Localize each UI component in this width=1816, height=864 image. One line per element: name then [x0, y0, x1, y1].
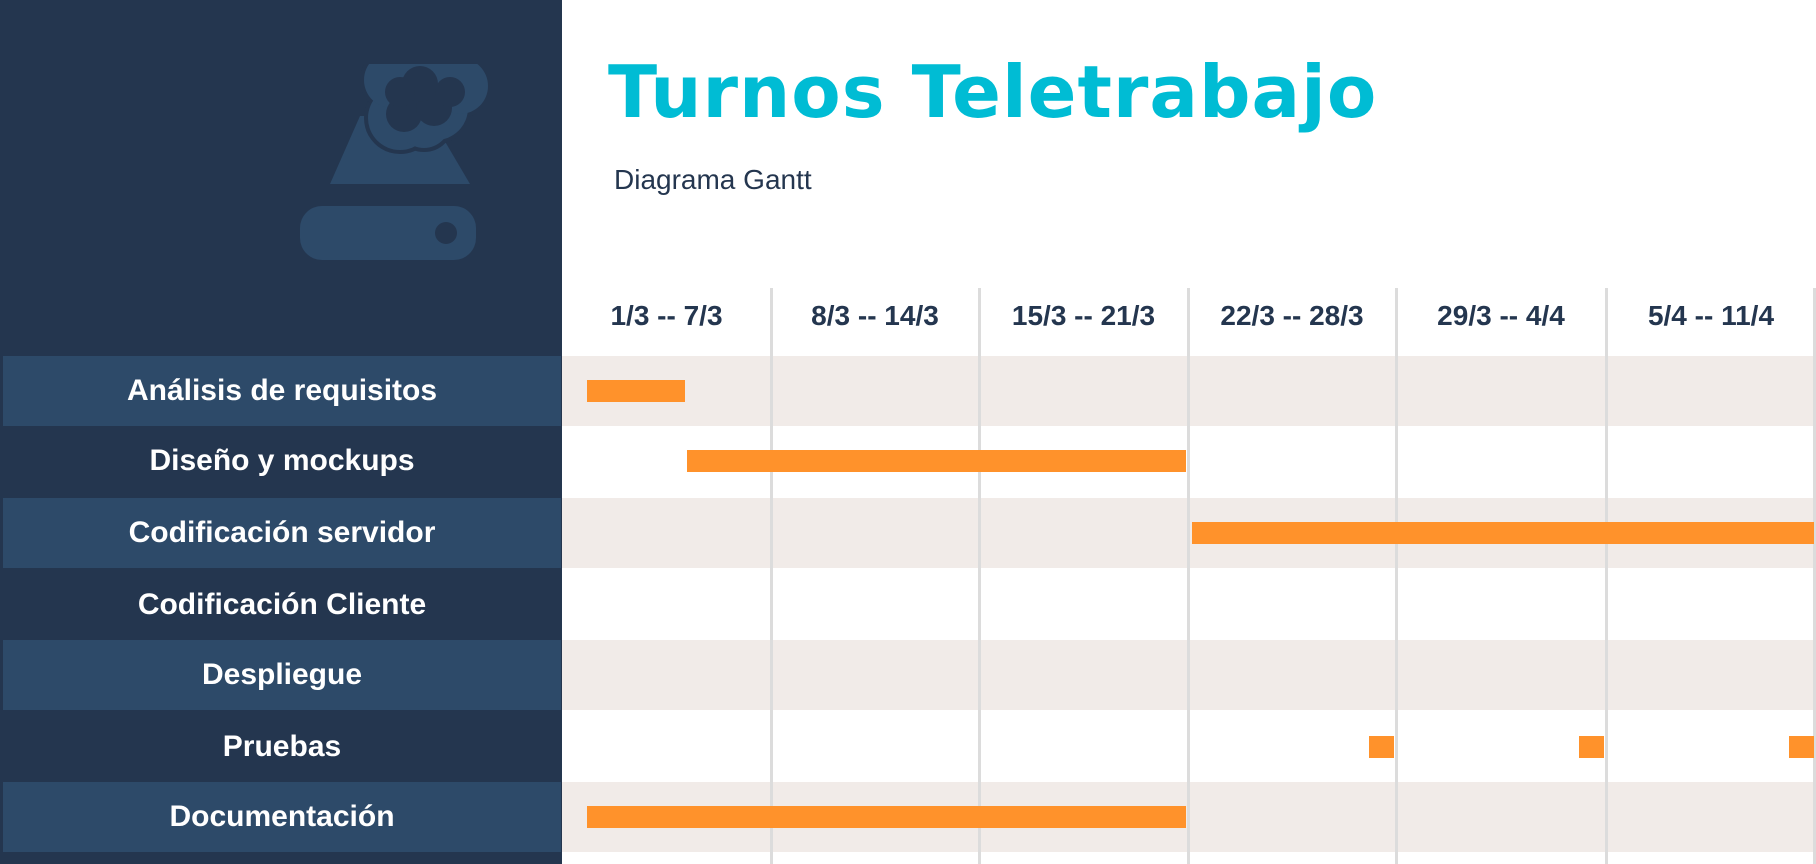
task-label: Pruebas: [3, 712, 561, 782]
task-bar[interactable]: [1788, 736, 1814, 758]
task-bar[interactable]: [587, 380, 686, 402]
task-bar[interactable]: [1578, 736, 1604, 758]
week-divider: [1395, 288, 1398, 864]
page-title: Turnos Teletrabajo: [608, 50, 1378, 134]
week-divider: [770, 288, 773, 864]
week-header: 1/3 -- 7/3: [610, 300, 723, 331]
task-bar[interactable]: [687, 450, 1186, 472]
task-bar[interactable]: [587, 806, 1186, 828]
week-divider: [1187, 288, 1190, 864]
week-header: 15/3 -- 21/3: [1011, 300, 1156, 331]
task-label: Análisis de requisitos: [3, 356, 561, 426]
week-header: 22/3 -- 28/3: [1220, 300, 1364, 331]
task-label: Despliegue: [3, 640, 561, 710]
task-label: Diseño y mockups: [3, 426, 561, 496]
task-label: Codificación servidor: [3, 498, 561, 568]
task-label: Codificación Cliente: [3, 570, 561, 640]
week-divider: [978, 288, 981, 864]
week-header: 29/3 -- 4/4: [1437, 300, 1565, 331]
task-label: Documentación: [3, 782, 561, 852]
week-header: 5/4 -- 11/4: [1647, 300, 1775, 331]
task-bar[interactable]: [1368, 736, 1394, 758]
task-bar[interactable]: [1192, 522, 1814, 544]
week-divider: [1605, 288, 1608, 864]
page-subtitle: Diagrama Gantt: [614, 164, 812, 195]
cloud-storage-icon: [300, 64, 492, 260]
week-header: 8/3 -- 14/3: [811, 300, 939, 331]
